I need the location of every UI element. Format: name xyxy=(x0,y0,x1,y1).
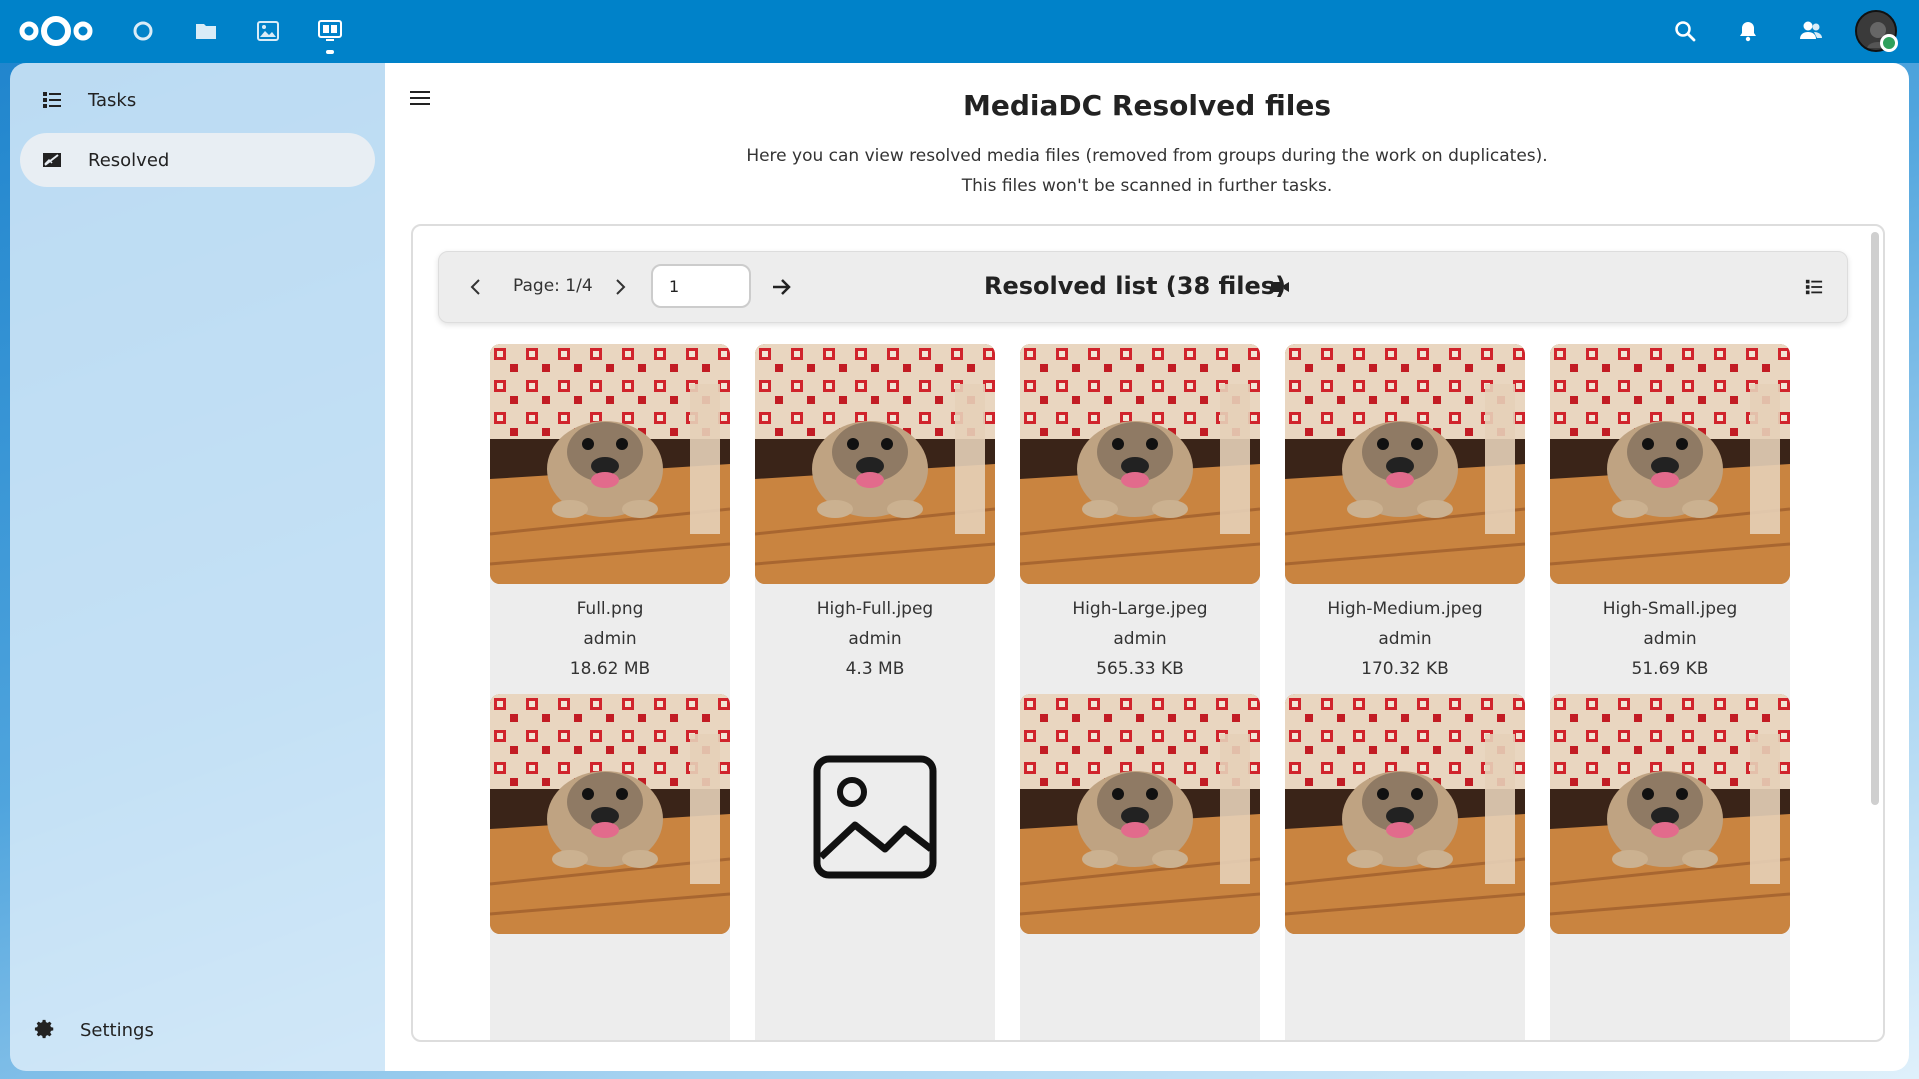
file-thumbnail[interactable] xyxy=(1550,344,1790,584)
file-info: High-Medium.jpeg admin 170.32 KB xyxy=(1285,594,1525,684)
chevron-right-icon xyxy=(616,279,626,295)
dashboard-icon[interactable] xyxy=(128,16,158,46)
file-name: High-Small.jpeg xyxy=(1602,599,1738,619)
search-icon[interactable] xyxy=(1670,16,1700,46)
file-thumbnail[interactable] xyxy=(1285,344,1525,584)
file-size: 4.3 MB xyxy=(845,659,905,679)
top-header-bar xyxy=(0,0,1919,63)
settings-label: Settings xyxy=(80,1019,154,1041)
page-description: Here you can view resolved media files (… xyxy=(385,141,1909,201)
app-navigation: Tasks Resolved Settings xyxy=(10,63,385,1071)
next-page-button[interactable] xyxy=(603,270,637,304)
prev-page-button[interactable] xyxy=(459,270,493,304)
file-thumbnail[interactable] xyxy=(1020,694,1260,934)
file-card[interactable] xyxy=(755,697,995,1040)
file-info: High-Large.jpeg admin 565.33 KB xyxy=(1020,594,1260,684)
file-card[interactable] xyxy=(490,694,730,1040)
page-indicator: Page: 1/4 xyxy=(513,276,593,296)
notifications-icon[interactable] xyxy=(1733,16,1763,46)
file-name: Full.png xyxy=(576,599,644,619)
file-card[interactable]: Full.png admin 18.62 MB xyxy=(490,344,730,747)
arrow-right-icon xyxy=(773,279,791,295)
pagination-toolbar: Page: 1/4 Resolved list (38 files) xyxy=(438,251,1848,323)
pug-photo-thumbnail xyxy=(1020,694,1260,934)
video-filter-button[interactable] xyxy=(1263,270,1297,304)
image-placeholder-icon xyxy=(755,697,995,937)
app-content: MediaDC Resolved files Here you can view… xyxy=(385,63,1909,1071)
nextcloud-logo[interactable] xyxy=(18,13,94,49)
file-thumbnail[interactable] xyxy=(1550,694,1790,934)
file-size: 170.32 KB xyxy=(1361,659,1449,679)
file-thumbnail[interactable] xyxy=(755,344,995,584)
sidebar-item-tasks[interactable]: Tasks xyxy=(20,73,375,127)
file-size: 18.62 MB xyxy=(569,659,651,679)
description-line: This files won't be scanned in further t… xyxy=(961,176,1333,196)
file-owner: admin xyxy=(1643,629,1697,649)
file-size: 51.69 KB xyxy=(1631,659,1709,679)
description-line: Here you can view resolved media files (… xyxy=(746,146,1548,166)
list-view-toggle-button[interactable] xyxy=(1797,270,1831,304)
pug-photo-thumbnail xyxy=(1550,344,1790,584)
pug-photo-thumbnail xyxy=(1550,694,1790,934)
file-card[interactable]: High-Small.jpeg admin 51.69 KB xyxy=(1550,344,1790,747)
file-info: Full.png admin 18.62 MB xyxy=(490,594,730,684)
file-owner: admin xyxy=(1113,629,1167,649)
file-thumbnail[interactable] xyxy=(755,697,995,937)
file-thumbnail[interactable] xyxy=(490,694,730,934)
pug-photo-thumbnail xyxy=(1285,694,1525,934)
file-owner: admin xyxy=(583,629,637,649)
sidebar-item-resolved[interactable]: Resolved xyxy=(20,133,375,187)
file-name: High-Large.jpeg xyxy=(1072,599,1208,619)
file-name: High-Medium.jpeg xyxy=(1327,599,1483,619)
video-camera-icon xyxy=(1271,282,1289,292)
file-card[interactable]: High-Full.jpeg admin 4.3 MB xyxy=(755,344,995,747)
file-info: High-Small.jpeg admin 51.69 KB xyxy=(1550,594,1790,684)
contacts-icon[interactable] xyxy=(1796,16,1826,46)
page-title: MediaDC Resolved files xyxy=(962,89,1332,122)
pug-photo-thumbnail xyxy=(755,344,995,584)
sidebar-item-label: Resolved xyxy=(88,149,170,171)
pug-photo-thumbnail xyxy=(490,694,730,934)
file-card[interactable]: High-Medium.jpeg admin 170.32 KB xyxy=(1285,344,1525,747)
file-name: High-Full.jpeg xyxy=(816,599,934,619)
pug-photo-thumbnail xyxy=(1285,344,1525,584)
file-owner: admin xyxy=(848,629,902,649)
resolved-list-panel: Page: 1/4 Resolved list (38 files) Full.… xyxy=(411,224,1885,1042)
list-view-icon xyxy=(1805,279,1823,295)
go-to-page-button[interactable] xyxy=(765,270,799,304)
file-thumbnail[interactable] xyxy=(1285,694,1525,934)
online-status-dot xyxy=(1880,34,1898,52)
file-thumbnail[interactable] xyxy=(1020,344,1260,584)
files-icon[interactable] xyxy=(191,16,221,46)
file-card[interactable] xyxy=(1550,694,1790,1040)
pug-photo-thumbnail xyxy=(490,344,730,584)
file-thumbnail[interactable] xyxy=(490,344,730,584)
sidebar-item-label: Tasks xyxy=(88,89,137,111)
pug-photo-thumbnail xyxy=(1020,344,1260,584)
file-owner: admin xyxy=(1378,629,1432,649)
file-card[interactable]: High-Large.jpeg admin 565.33 KB xyxy=(1020,344,1260,747)
file-info: High-Full.jpeg admin 4.3 MB xyxy=(755,594,995,684)
resolved-list-title: Resolved list (38 files) xyxy=(984,272,1287,300)
file-card[interactable] xyxy=(1285,694,1525,1040)
mediadc-icon[interactable] xyxy=(315,16,345,54)
page-number-input[interactable] xyxy=(651,264,751,308)
scrollbar[interactable] xyxy=(1871,232,1879,805)
chevron-left-icon xyxy=(470,279,480,295)
settings-button[interactable]: Settings xyxy=(34,1018,154,1042)
resolved-icon xyxy=(40,148,64,172)
photos-icon[interactable] xyxy=(253,16,283,46)
gear-icon xyxy=(34,1018,58,1042)
tasks-list-icon xyxy=(40,88,64,112)
file-card[interactable] xyxy=(1020,694,1260,1040)
file-size: 565.33 KB xyxy=(1096,659,1184,679)
